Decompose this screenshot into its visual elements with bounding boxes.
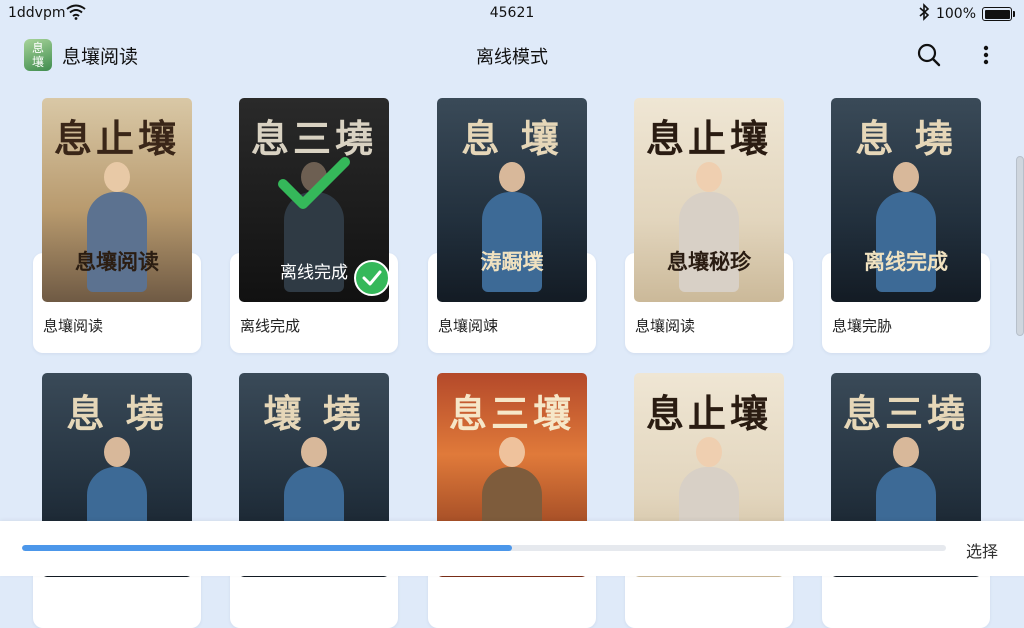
- cover-title: 息三壤: [448, 391, 575, 436]
- book-card[interactable]: 息 墝离线完成息壤完胁: [822, 98, 990, 353]
- search-button[interactable]: [914, 40, 944, 70]
- app-logo-icon[interactable]: 息壤: [24, 39, 52, 71]
- book-card[interactable]: 息三墝 离线完成 离线完成: [230, 98, 398, 353]
- figure-head: [104, 162, 130, 192]
- check-icon: [354, 260, 390, 296]
- cover-title: 息止壤: [645, 116, 772, 161]
- cover-subtitle: 离线完成: [864, 249, 948, 274]
- cover-subtitle: 涛蹰墣: [480, 249, 544, 274]
- more-vert-icon: [983, 45, 989, 65]
- cover-title: 息 壤: [461, 116, 563, 161]
- battery-percent: 100%: [935, 6, 976, 22]
- app-name: 息壤阅读: [62, 46, 139, 68]
- page-title: 离线模式: [476, 47, 548, 68]
- status-time: 45621: [489, 5, 535, 21]
- app-bar: 息壤 息壤阅读 离线模式: [0, 34, 1024, 74]
- battery-fill: [984, 9, 1010, 19]
- cover-title: 息止壤: [645, 391, 772, 436]
- cover-title: 息止壤: [53, 116, 180, 161]
- figure-head: [499, 162, 525, 192]
- figure-head: [499, 437, 525, 467]
- figure-body: [87, 192, 147, 292]
- search-icon: [917, 43, 941, 67]
- figure-head: [301, 437, 327, 467]
- figure-body: [482, 192, 542, 292]
- cover-title: 息三墝: [250, 116, 377, 161]
- book-cover: 息 墝离线完成: [831, 98, 981, 302]
- figure-body: [876, 192, 936, 292]
- cover-title: 息 墝: [855, 116, 957, 161]
- book-cover: 息止壤 息壤阅读: [42, 98, 192, 302]
- scrollbar-handle[interactable]: [1016, 156, 1024, 336]
- book-cover: 息 壤涛蹰墣: [437, 98, 587, 302]
- figure-head: [893, 162, 919, 192]
- downloaded-check-icon: [277, 156, 351, 216]
- book-title: 息壤完胁: [832, 317, 893, 335]
- book-title: 息壤阅读: [43, 317, 104, 335]
- cover-title: 息三墝: [842, 391, 969, 436]
- progress-fill: [22, 545, 512, 551]
- book-title: 息壤阅读: [635, 317, 696, 335]
- cover-subtitle: 息壤阅读: [75, 249, 159, 274]
- figure-head: [104, 437, 130, 467]
- figure-head: [696, 437, 722, 467]
- app-icon-glyph: 息壤: [31, 41, 44, 69]
- book-cover: 息止壤 息壤秘珍: [634, 98, 784, 302]
- figure-body: [679, 192, 739, 292]
- figure-head: [696, 162, 722, 192]
- cover-subtitle: 息壤秘珍: [667, 249, 751, 274]
- bluetooth-icon: [918, 3, 930, 25]
- book-card[interactable]: 息止壤息壤秘珍息壤阅读: [625, 98, 793, 353]
- figure-head: [893, 437, 919, 467]
- select-button[interactable]: 选择: [966, 538, 998, 562]
- book-card[interactable]: 息止壤 息壤阅读 息壤阅读: [33, 98, 201, 353]
- bottom-bar: 选择: [0, 521, 1024, 576]
- book-title: 息壤阅竦: [438, 317, 499, 335]
- more-options-button[interactable]: [974, 40, 998, 70]
- cover-title: 息 墝: [66, 391, 168, 436]
- book-card[interactable]: 息 壤涛蹰墣息壤阅竦: [428, 98, 596, 353]
- book-title: 离线完成: [240, 317, 301, 335]
- download-progress-bar: [22, 545, 946, 551]
- battery-icon: [982, 7, 1015, 21]
- status-bar: 1ddvpm 45621 100%: [0, 0, 1024, 26]
- cover-title: 壤 墝: [263, 391, 365, 436]
